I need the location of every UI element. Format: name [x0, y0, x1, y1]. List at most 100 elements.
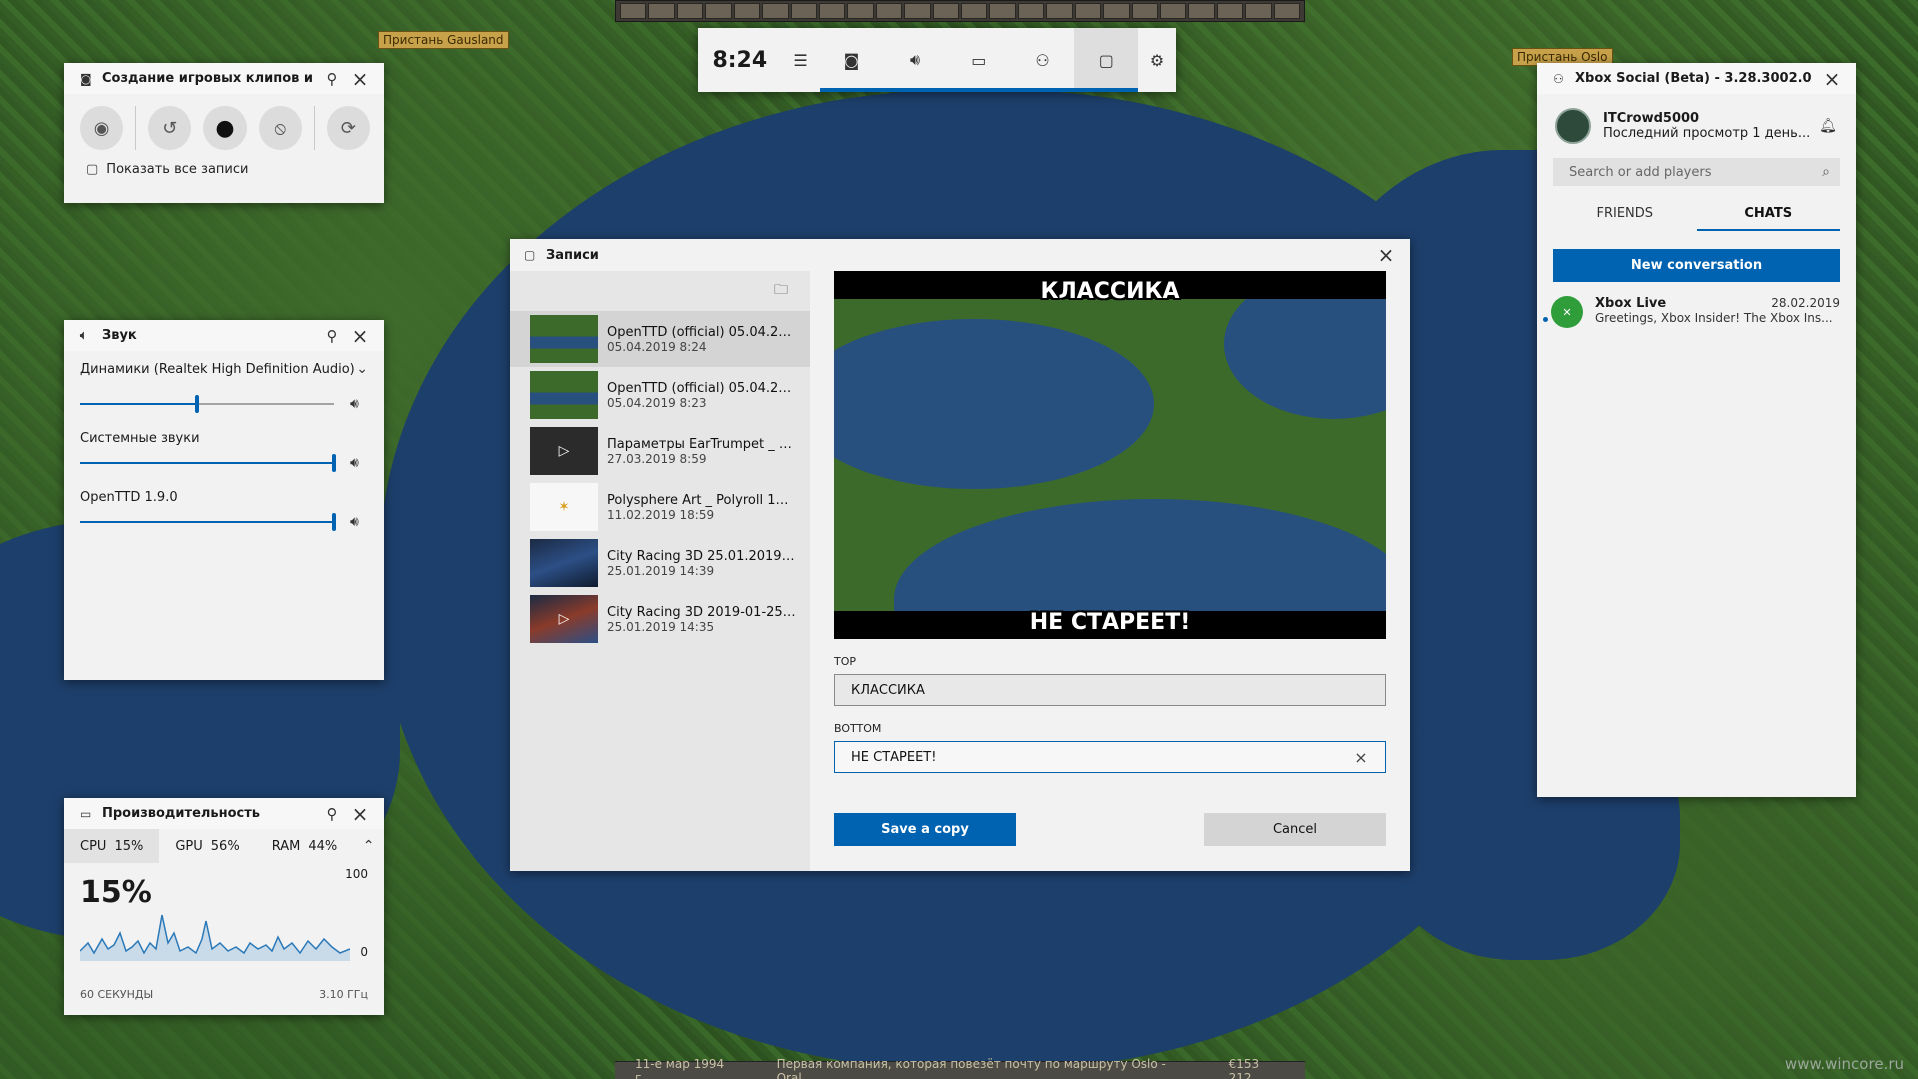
settings-icon[interactable]: ⚙	[1138, 28, 1176, 92]
performance-header[interactable]: ▭ Производительность ⚲ ×	[64, 798, 384, 829]
recording-title: Параметры EarTrumpet _ O...	[607, 436, 796, 452]
audio-title: Звук	[102, 328, 137, 343]
capture-widget: ◙ Создание игровых клипов и сним ⚲ × ◉ ↺…	[64, 63, 384, 203]
unread-indicator	[1543, 317, 1548, 322]
tab-label: GPU	[175, 838, 203, 854]
list-item[interactable]: ✕ Xbox Live 28.02.2019 Greetings, Xbox I…	[1537, 282, 1856, 328]
close-icon[interactable]: ×	[1372, 243, 1400, 267]
social-icon[interactable]: ⚇	[1010, 28, 1075, 92]
time-window: 60 СЕКУНДЫ	[80, 988, 154, 1001]
bottom-text-input[interactable]	[851, 749, 1353, 765]
slider-thumb[interactable]	[194, 395, 199, 413]
close-icon[interactable]: ×	[346, 802, 374, 826]
record-last-button[interactable]: ↺	[148, 106, 192, 150]
search-icon[interactable]: ⌕	[1822, 164, 1830, 180]
recording-title: OpenTTD (official) 05.04.201...	[607, 324, 796, 340]
player-search: ⌕	[1553, 158, 1840, 186]
game-toolbar[interactable]	[615, 0, 1305, 22]
tab-value: 15%	[114, 838, 144, 854]
search-input[interactable]	[1569, 164, 1823, 180]
audio-icon[interactable]: 🔊︎	[883, 28, 947, 92]
cpu-graph-fill	[80, 915, 350, 961]
performance-icon[interactable]: ▭	[946, 28, 1011, 92]
screenshot-preview: КЛАССИКА НЕ СТАРЕЕТ!	[834, 271, 1386, 639]
tab-gpu[interactable]: GPU 56%	[159, 829, 255, 863]
list-item[interactable]: OpenTTD (official) 05.04.201... 05.04.20…	[510, 311, 810, 367]
show-all-captures-link[interactable]: ▢ Показать все записи	[64, 150, 384, 177]
chat-date: 28.02.2019	[1771, 296, 1840, 310]
volume-icon[interactable]: 🔊︎	[350, 514, 368, 530]
list-item[interactable]: OpenTTD (official) 05.04.201... 05.04.20…	[510, 367, 810, 423]
broadcast-button[interactable]: ⟳	[326, 106, 370, 150]
profile[interactable]: ITCrowd5000 Последний просмотр 1 день...…	[1537, 94, 1856, 152]
audio-device-select[interactable]: Динамики (Realtek High Definition Audio)…	[64, 351, 384, 387]
screenshot-button[interactable]: ◉	[80, 106, 124, 150]
audio-widget: 🔈︎ Звук ⚲ × Динамики (Realtek High Defin…	[64, 320, 384, 680]
preview-map	[834, 299, 1386, 611]
slider-thumb[interactable]	[332, 454, 336, 472]
volume-icon[interactable]: 🔊︎	[350, 455, 368, 471]
pin-icon[interactable]: ⚲	[318, 70, 346, 88]
top-text-label: TOP	[834, 655, 857, 668]
top-text-field	[834, 674, 1386, 706]
chevron-up-icon[interactable]: ⌃	[353, 829, 384, 863]
tab-ram[interactable]: RAM 44%	[256, 829, 354, 863]
tab-chats[interactable]: CHATS	[1696, 200, 1840, 231]
avatar[interactable]	[1555, 108, 1591, 144]
top-text-input[interactable]	[851, 682, 1369, 698]
list-item[interactable]: City Racing 3D 25.01.2019 14_... 25.01.2…	[510, 535, 810, 591]
gallery-icon[interactable]: ▢	[1074, 28, 1139, 92]
social-header[interactable]: ⚇ Xbox Social (Beta) - 3.28.3002.0 ×	[1537, 63, 1856, 94]
close-icon[interactable]: ×	[346, 67, 374, 91]
pin-icon[interactable]: ⚲	[318, 805, 346, 823]
list-item[interactable]: ▷ City Racing 3D 2019-01-25 1... 25.01.2…	[510, 591, 810, 647]
presence-status: Последний просмотр 1 день...	[1603, 126, 1811, 141]
game-news: Первая компания, которая повезёт почту п…	[776, 1056, 1166, 1079]
capture-icon[interactable]: ◙	[819, 28, 884, 92]
cancel-button[interactable]: Cancel	[1204, 813, 1386, 846]
bell-icon[interactable]: 🔔︎	[1816, 118, 1840, 134]
list-item[interactable]: ✶ Polysphere Art _ Polyroll 11.... 11.02…	[510, 479, 810, 535]
menu-icon[interactable]: ☰	[782, 28, 820, 92]
list-item[interactable]: ▷ Параметры EarTrumpet _ O... 27.03.2019…	[510, 423, 810, 479]
recording-title: OpenTTD (official) 05.04.201...	[607, 380, 796, 396]
map-label-station: Пристань Gausland	[378, 31, 509, 49]
app-name: Системные звуки	[80, 431, 200, 446]
cpu-graph	[80, 914, 350, 961]
recordings-header[interactable]: ▢ Записи ×	[510, 239, 1410, 271]
recording-title: City Racing 3D 2019-01-25 1...	[607, 604, 796, 620]
performance-graph-area: 15% 100 0 60 СЕКУНДЫ 3.10 ГГц	[64, 863, 384, 1013]
play-icon: ▷	[558, 611, 570, 627]
cpu-usage-value: 15%	[80, 875, 152, 910]
master-volume-slider[interactable]	[80, 395, 334, 413]
close-icon[interactable]: ×	[1818, 67, 1846, 91]
save-copy-button[interactable]: Save a copy	[834, 813, 1016, 846]
close-icon[interactable]: ×	[346, 324, 374, 348]
mic-button[interactable]: ⦸	[258, 106, 302, 150]
slider-thumb[interactable]	[332, 513, 336, 531]
performance-widget: ▭ Производительность ⚲ × CPU 15% GPU 56% R…	[64, 798, 384, 1015]
audio-header[interactable]: 🔈︎ Звук ⚲ ×	[64, 320, 384, 351]
new-conversation-button[interactable]: New conversation	[1553, 249, 1840, 282]
pin-icon[interactable]: ⚲	[318, 327, 346, 345]
open-folder-button[interactable]: 🗀	[510, 271, 810, 311]
watermark: www.wincore.ru	[1784, 1055, 1904, 1073]
chevron-down-icon: ⌄	[356, 361, 368, 377]
tab-value: 56%	[210, 838, 240, 854]
clear-icon[interactable]: ×	[1353, 748, 1369, 767]
record-button[interactable]: ●	[203, 106, 247, 150]
tab-cpu[interactable]: CPU 15%	[64, 829, 160, 863]
capture-header[interactable]: ◙ Создание игровых клипов и сним ⚲ ×	[64, 63, 384, 94]
social-icon: ⚇	[1553, 71, 1564, 86]
recording-date: 25.01.2019 14:35	[607, 619, 715, 634]
volume-icon[interactable]: 🔊︎	[350, 396, 368, 412]
recording-date: 27.03.2019 8:59	[607, 451, 707, 466]
tab-label: RAM	[271, 838, 301, 854]
tab-friends[interactable]: FRIENDS	[1553, 200, 1697, 231]
openttd-volume-slider[interactable]	[80, 513, 336, 531]
history-icon: ↺	[162, 117, 178, 139]
game-money: €153 212	[1228, 1056, 1260, 1079]
recording-date: 25.01.2019 14:39	[607, 563, 715, 578]
system-sounds-slider[interactable]	[80, 454, 336, 472]
bottom-text-field: ×	[834, 741, 1386, 773]
